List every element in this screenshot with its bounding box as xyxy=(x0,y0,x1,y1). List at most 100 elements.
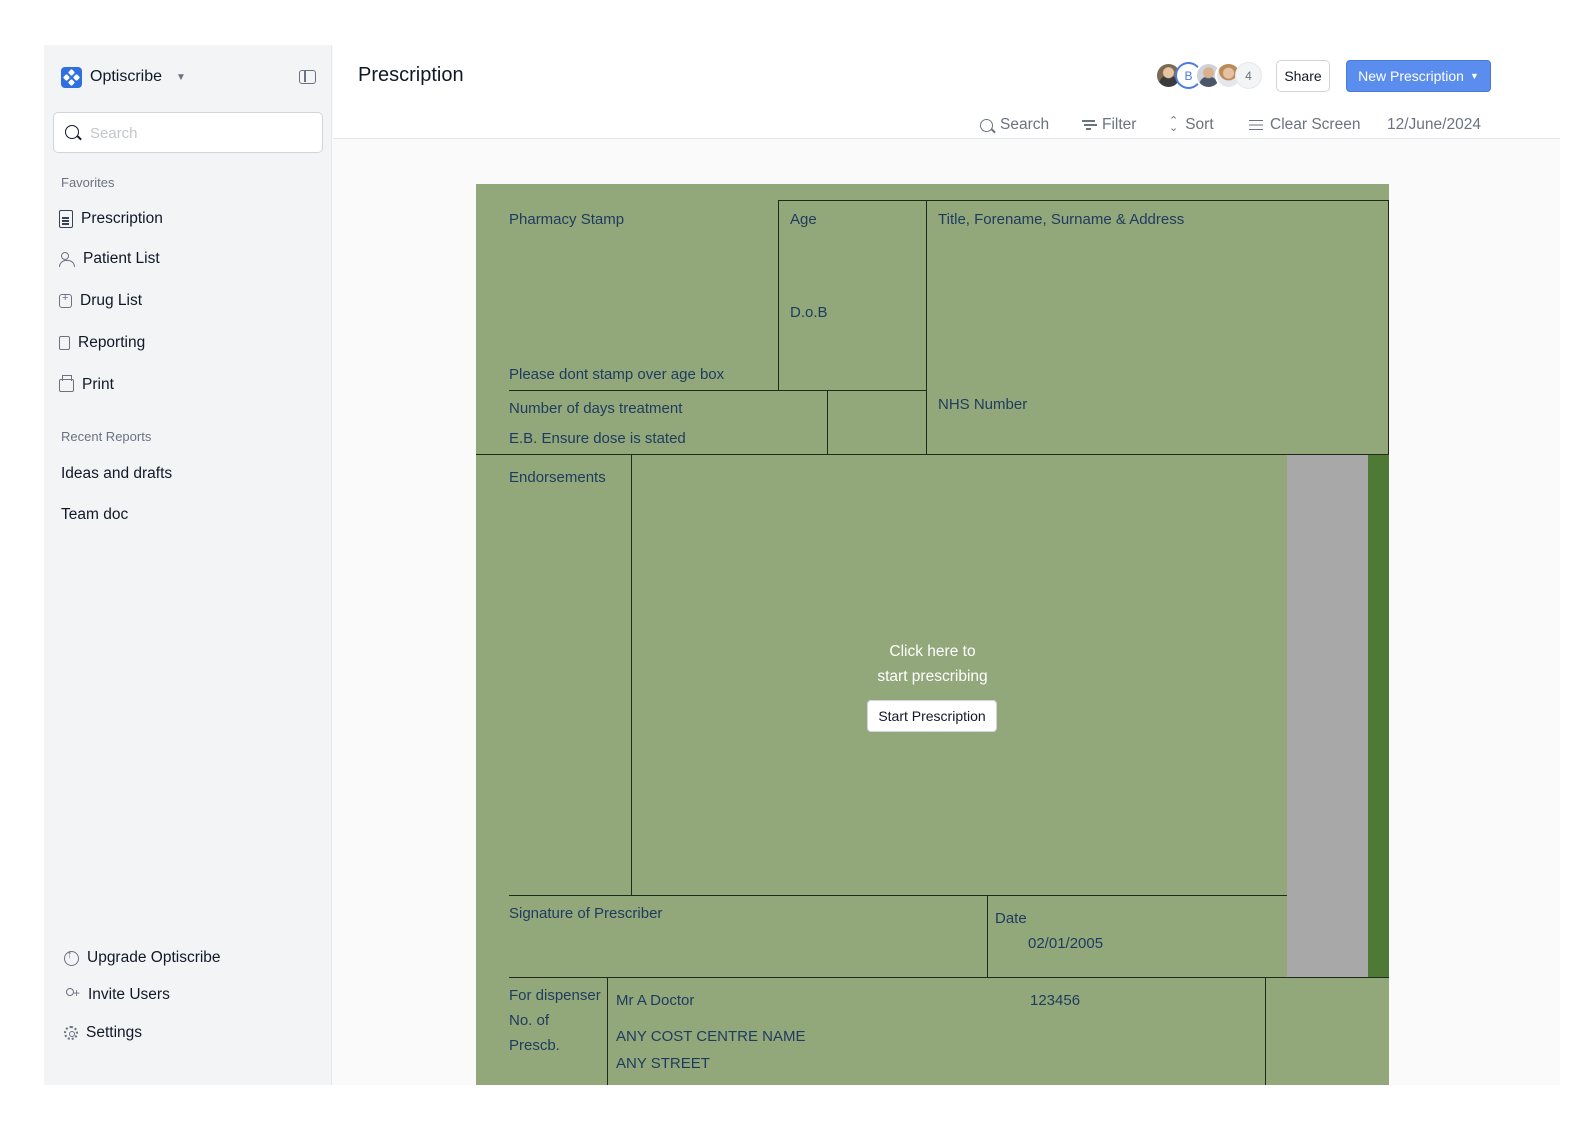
sidebar-item-label: Prescription xyxy=(81,210,163,227)
collaborator-avatars[interactable]: B 4 xyxy=(1155,62,1262,90)
form-line xyxy=(1388,200,1389,455)
form-line xyxy=(987,895,988,977)
green-strip xyxy=(1368,455,1389,977)
sidebar-item-drug-list[interactable]: Drug List xyxy=(59,288,142,314)
toolbar: Search Filter ⌃ ⌄ Sort Clear Screen 12/Ju… xyxy=(333,109,1560,137)
settings-label: Settings xyxy=(86,1024,143,1041)
toolbar-sort[interactable]: ⌃ ⌄ Sort xyxy=(1169,114,1214,136)
workspace-switcher[interactable]: Optiscribe ▼ xyxy=(61,66,186,88)
list-icon xyxy=(1249,119,1263,131)
form-line xyxy=(607,977,608,1085)
current-date: 12/June/2024 xyxy=(1387,116,1481,133)
cost-centre-name: ANY COST CENTRE NAME xyxy=(616,1028,806,1045)
start-prescribing-prompt[interactable]: Click here to start prescribing xyxy=(845,639,1020,689)
cta-line: Click here to xyxy=(889,643,976,660)
form-line xyxy=(509,977,1389,978)
form-line xyxy=(926,200,927,455)
sidebar: Optiscribe ▼ Favorites Prescription Pati… xyxy=(44,45,332,1085)
dispenser-label: No. of xyxy=(509,1012,550,1029)
toolbar-clear-label: Clear Screen xyxy=(1270,116,1361,133)
signature-label: Signature of Prescriber xyxy=(509,905,663,922)
toolbar-search-label: Search xyxy=(1000,116,1050,133)
grey-strip xyxy=(1287,455,1368,977)
toolbar-filter-label: Filter xyxy=(1102,116,1137,133)
sidebar-item-label: Print xyxy=(82,376,114,393)
date-value: 02/01/2005 xyxy=(1028,935,1104,952)
caret-down-icon: ▼ xyxy=(176,71,186,83)
patient-details-label: Title, Forename, Surname & Address xyxy=(938,211,1185,228)
start-prescription-button[interactable]: Start Prescription xyxy=(867,700,997,732)
form-line xyxy=(778,200,779,391)
main-content: Prescription B 4 Share New Prescription … xyxy=(333,45,1560,1085)
upgrade-button[interactable]: Upgrade Optiscribe xyxy=(64,945,221,971)
doctor-code: 123456 xyxy=(1030,992,1081,1009)
toolbar-clear-screen[interactable]: Clear Screen xyxy=(1249,114,1360,136)
search-icon xyxy=(980,118,993,132)
page-title: Prescription xyxy=(358,64,464,86)
sidebar-search[interactable] xyxy=(53,112,323,153)
search-icon xyxy=(65,125,79,139)
upgrade-icon xyxy=(64,949,79,966)
endorsements-label: Endorsements xyxy=(509,469,606,486)
form-line xyxy=(778,200,1389,201)
sidebar-item-prescription[interactable]: Prescription xyxy=(59,206,163,232)
invite-label: Invite Users xyxy=(88,986,170,1003)
users-icon xyxy=(59,252,75,267)
prescription-form[interactable]: Pharmacy Stamp Age Title, Forename, Surn… xyxy=(476,184,1389,1085)
sidebar-item-print[interactable]: Print xyxy=(59,372,114,398)
favorites-label: Favorites xyxy=(61,175,115,190)
toolbar-filter[interactable]: Filter xyxy=(1082,114,1136,136)
street-address: ANY STREET xyxy=(616,1055,710,1072)
recent-item-team-doc[interactable]: Team doc xyxy=(61,506,128,524)
date-label: Date xyxy=(995,910,1027,927)
nhs-number-label: NHS Number xyxy=(938,396,1028,413)
dose-note: E.B. Ensure dose is stated xyxy=(509,430,686,447)
doctor-name: Mr A Doctor xyxy=(616,992,695,1009)
settings-button[interactable]: Settings xyxy=(64,1020,142,1046)
drug-icon xyxy=(59,292,72,308)
sidebar-toggle-icon[interactable] xyxy=(299,70,316,84)
document-icon xyxy=(59,210,73,228)
avatar-count-badge[interactable]: 4 xyxy=(1235,62,1262,89)
invite-users-button[interactable]: Invite Users xyxy=(64,982,170,1008)
report-icon xyxy=(59,336,70,350)
dob-label: D.o.B xyxy=(790,304,828,321)
new-prescription-button[interactable]: New Prescription ▼ xyxy=(1346,60,1491,92)
sidebar-item-label: Reporting xyxy=(78,334,146,351)
invite-user-icon xyxy=(64,986,80,1002)
pharmacy-stamp-label: Pharmacy Stamp xyxy=(509,211,625,228)
form-line xyxy=(827,390,828,455)
stamp-note: Please dont stamp over age box xyxy=(509,366,725,383)
gear-icon xyxy=(64,1026,78,1040)
toolbar-sort-label: Sort xyxy=(1185,116,1214,133)
search-input[interactable] xyxy=(90,121,310,145)
sidebar-item-patient-list[interactable]: Patient List xyxy=(59,246,160,272)
form-line xyxy=(509,390,927,391)
upgrade-label: Upgrade Optiscribe xyxy=(87,949,221,966)
days-treatment-label: Number of days treatment xyxy=(509,400,683,417)
dispenser-label: Prescb. xyxy=(509,1037,560,1054)
form-line xyxy=(509,895,1289,896)
app-window: Optiscribe ▼ Favorites Prescription Pati… xyxy=(44,45,1560,1085)
sidebar-item-label: Patient List xyxy=(83,250,160,267)
dispenser-label: For dispenser xyxy=(509,987,601,1004)
chevron-down-icon: ▼ xyxy=(1469,71,1479,81)
sidebar-item-reporting[interactable]: Reporting xyxy=(59,330,145,356)
form-line xyxy=(476,454,1389,455)
age-label: Age xyxy=(790,211,817,228)
recent-item-ideas[interactable]: Ideas and drafts xyxy=(61,465,172,483)
brand-name: Optiscribe xyxy=(90,68,163,85)
printer-icon xyxy=(59,374,74,392)
form-line xyxy=(631,454,632,896)
sidebar-item-label: Drug List xyxy=(80,292,143,309)
optiscribe-logo-icon xyxy=(61,66,82,88)
form-line xyxy=(1265,977,1266,1085)
share-button[interactable]: Share xyxy=(1276,60,1330,92)
sort-icon: ⌃ ⌄ xyxy=(1169,115,1179,134)
recent-reports-label: Recent Reports xyxy=(61,429,152,444)
top-bar: Prescription B 4 Share New Prescription … xyxy=(333,45,1560,139)
filter-icon xyxy=(1082,120,1095,130)
toolbar-search[interactable]: Search xyxy=(980,114,1049,136)
cta-line: start prescribing xyxy=(877,668,988,685)
new-prescription-label: New Prescription xyxy=(1358,68,1464,84)
